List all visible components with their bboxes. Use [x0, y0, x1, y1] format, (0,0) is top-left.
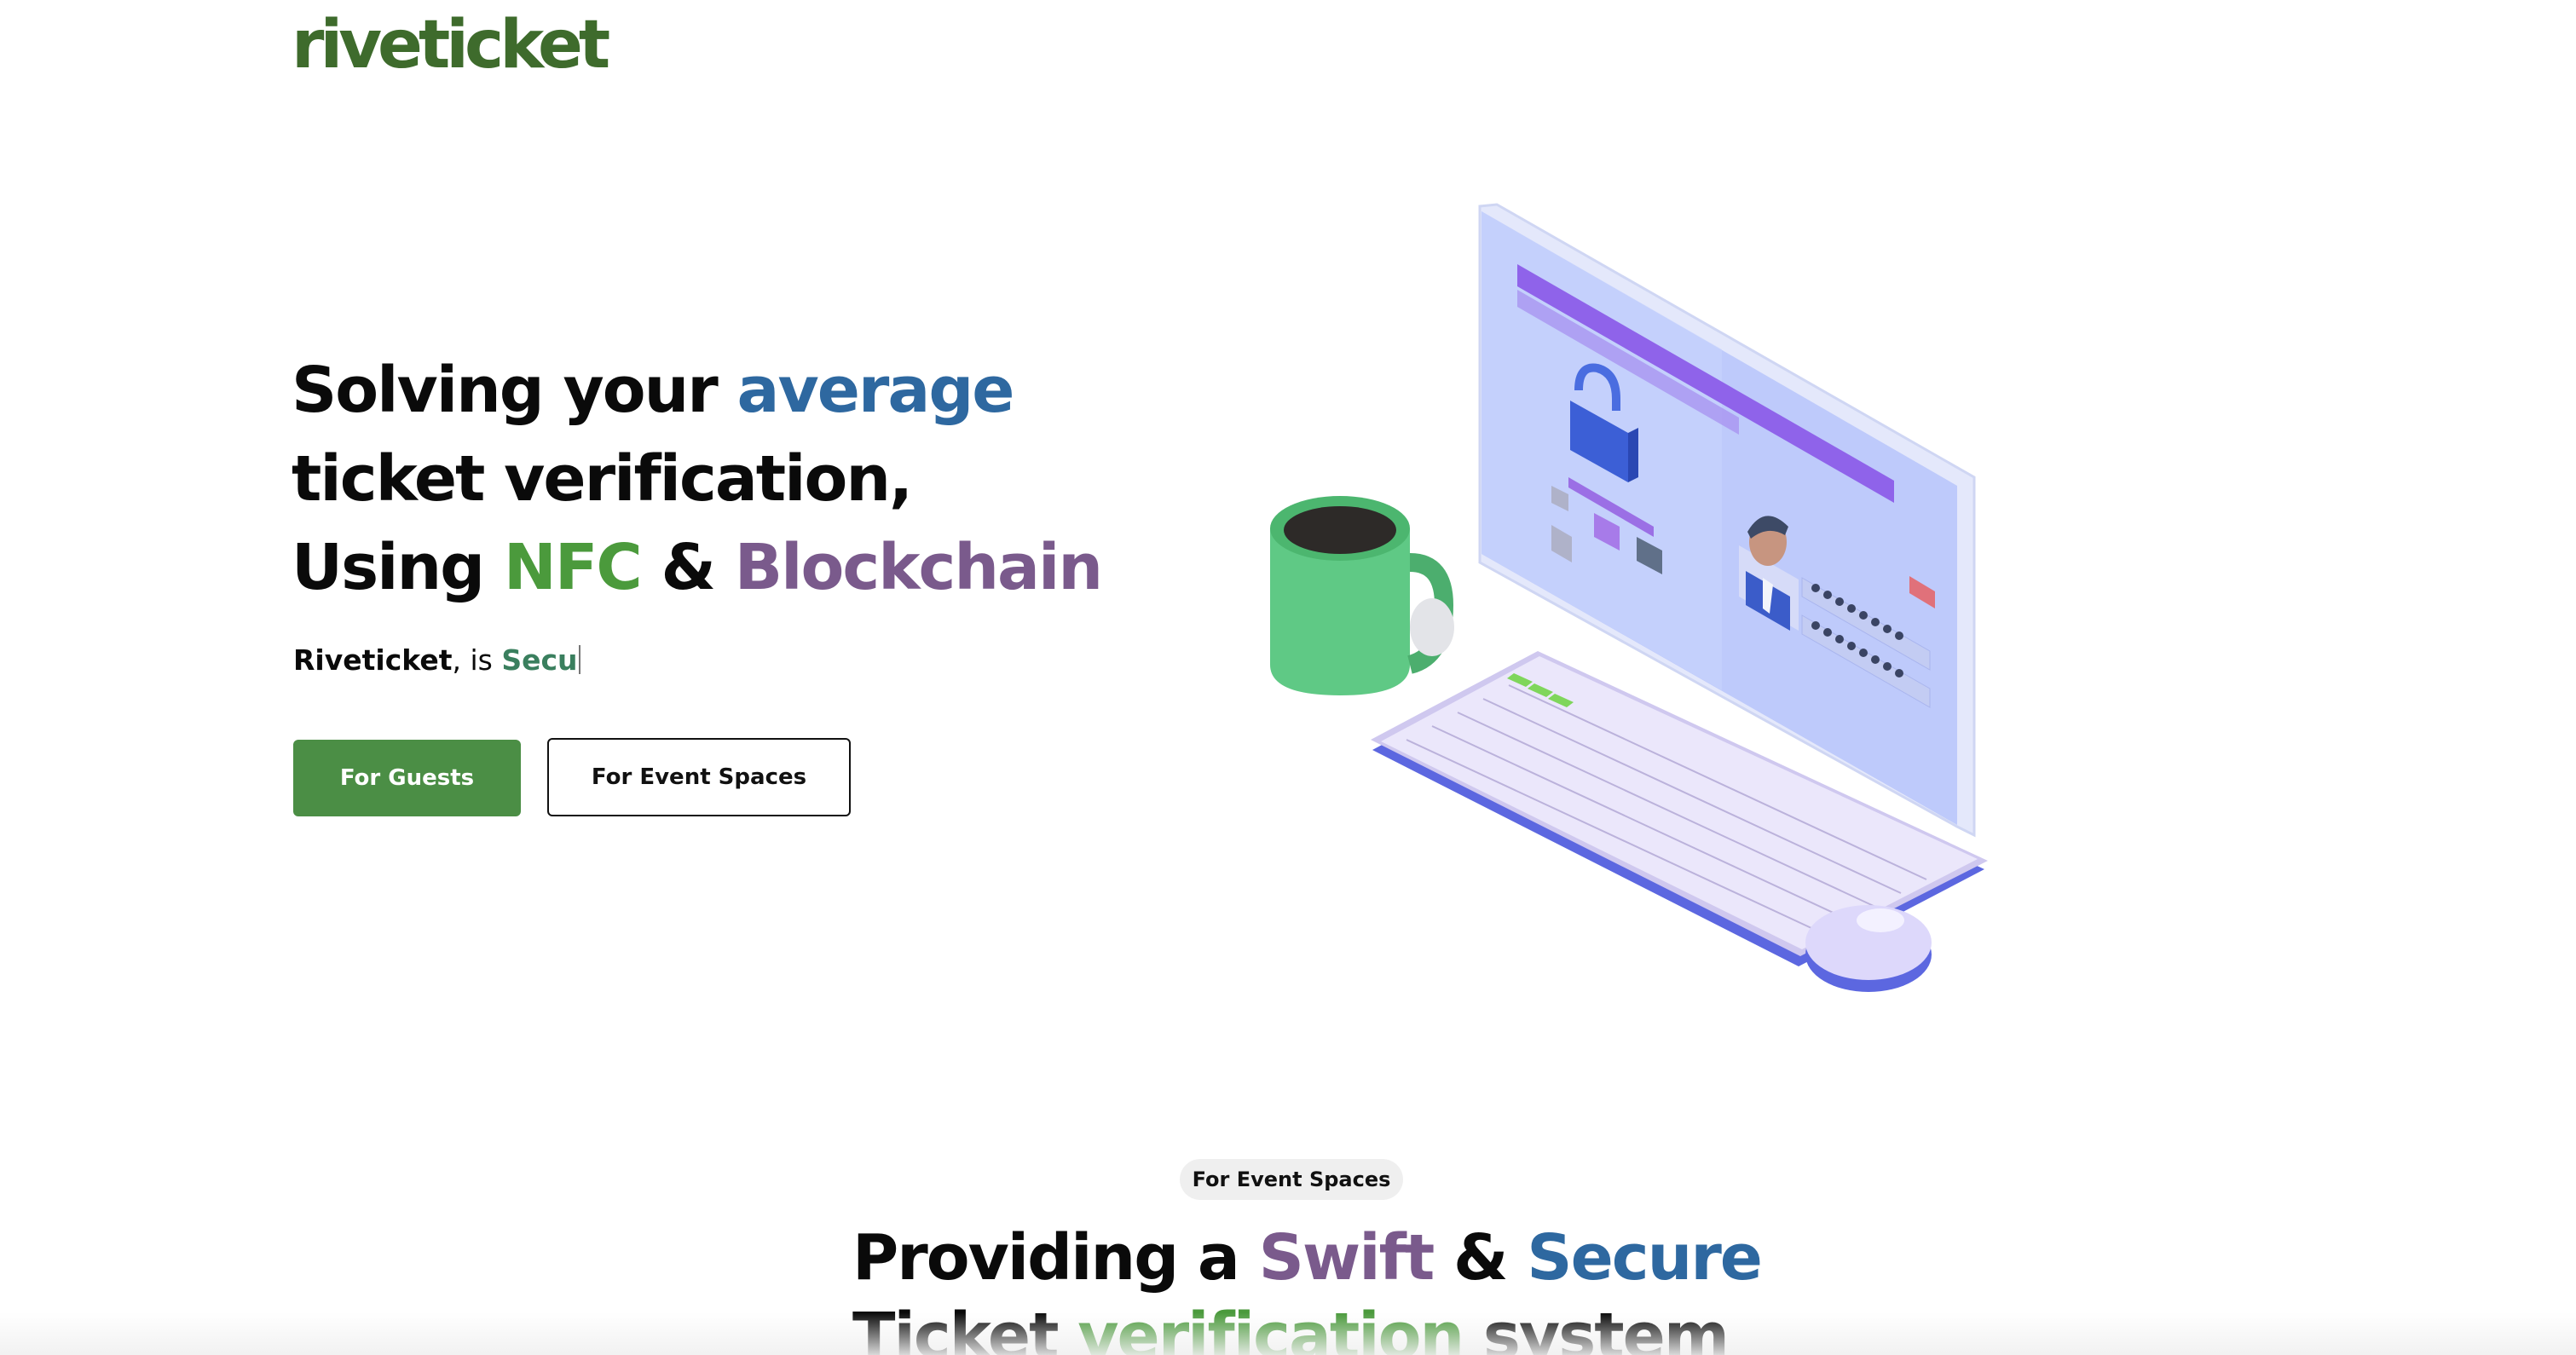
- hero-heading-line-3: Using NFC & Blockchain: [292, 523, 1144, 612]
- hero-text: Using: [292, 531, 504, 604]
- coffee-mug-icon: [1270, 496, 1454, 695]
- riveticket-logo[interactable]: riveticket: [292, 12, 610, 78]
- hero-text: Solving your: [292, 354, 737, 427]
- hero-heading-line-1: Solving your average: [292, 346, 1144, 435]
- for-event-spaces-badge: For Event Spaces: [1180, 1159, 1403, 1200]
- for-event-spaces-button[interactable]: For Event Spaces: [547, 738, 851, 816]
- hero-heading-line-2: ticket verification,: [292, 435, 1144, 523]
- hero-text: ticket verification,: [292, 442, 913, 516]
- hero-tagline: Riveticket, is Secu: [293, 641, 580, 680]
- hero-highlight-average: average: [736, 354, 1015, 427]
- section-highlight-swift: Swift: [1258, 1221, 1435, 1294]
- hero-highlight-blockchain: Blockchain: [734, 531, 1103, 604]
- section-highlight-secure: Secure: [1527, 1221, 1763, 1294]
- tagline-typed-text: Secu: [501, 643, 578, 677]
- section-heading-line-1: Providing a Swift & Secure: [852, 1219, 1763, 1297]
- hero-heading: Solving your average ticket verification…: [292, 346, 1144, 612]
- for-guests-button[interactable]: For Guests: [293, 740, 521, 816]
- landing-page: riveticket Solving your average ticket v…: [0, 0, 2576, 1355]
- section-text: Providing a: [852, 1221, 1259, 1294]
- tagline-brand: Riveticket: [293, 643, 453, 677]
- tagline-text: , is: [452, 643, 502, 677]
- mouse-icon: [1805, 905, 1932, 992]
- hero-text: &: [640, 531, 735, 604]
- typing-cursor: [578, 645, 580, 674]
- bottom-shadow: [0, 1312, 2576, 1355]
- computer-security-illustration: [1270, 203, 1988, 992]
- section-text: &: [1433, 1221, 1528, 1294]
- hero-highlight-nfc: NFC: [503, 531, 643, 604]
